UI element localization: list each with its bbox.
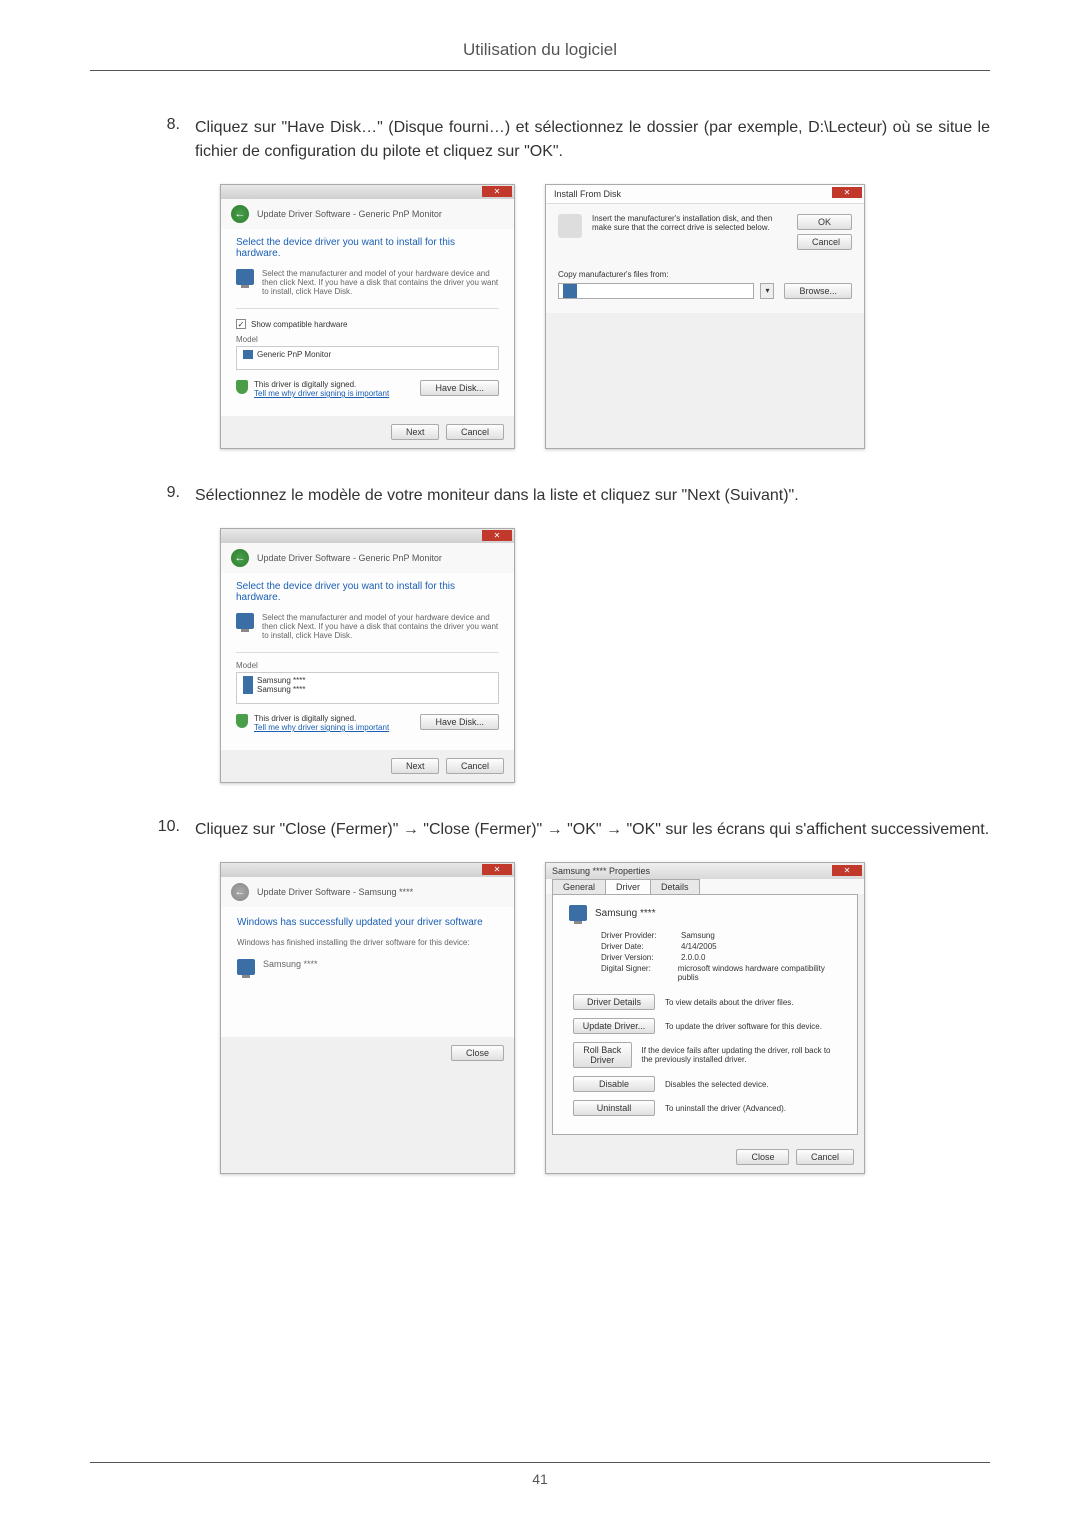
version-value: 2.0.0.0: [681, 953, 705, 962]
cancel-button[interactable]: Cancel: [446, 758, 504, 774]
monitor-icon: [237, 959, 255, 975]
cancel-button[interactable]: Cancel: [797, 234, 852, 250]
signed-text: This driver is digitally signed.: [254, 714, 389, 723]
copy-from-label: Copy manufacturer's files from:: [558, 270, 852, 279]
model-item: Generic PnP Monitor: [257, 350, 331, 359]
update-driver-desc: To update the driver software for this d…: [665, 1022, 822, 1031]
show-compatible-label: Show compatible hardware: [251, 320, 348, 329]
update-success-dialog: ✕ ← Update Driver Software - Samsung ***…: [220, 862, 515, 1174]
step-9-number: 9.: [90, 484, 195, 508]
step-9-text: Sélectionnez le modèle de votre moniteur…: [195, 484, 990, 508]
driver-details-desc: To view details about the driver files.: [665, 998, 794, 1007]
page-number: 41: [532, 1471, 548, 1487]
signer-label: Digital Signer:: [601, 964, 678, 982]
have-disk-button[interactable]: Have Disk...: [420, 380, 499, 396]
instruction-text: Select the manufacturer and model of you…: [262, 269, 499, 296]
next-button[interactable]: Next: [391, 758, 440, 774]
install-from-disk-dialog: Install From Disk ✕ Insert the manufactu…: [545, 184, 865, 449]
monitor-icon: [243, 685, 253, 694]
ok-button[interactable]: OK: [797, 214, 852, 230]
close-icon[interactable]: ✕: [482, 864, 512, 875]
select-driver-title: Select the device driver you want to ins…: [236, 237, 499, 259]
uninstall-desc: To uninstall the driver (Advanced).: [665, 1104, 786, 1113]
disk-icon: [558, 214, 582, 238]
rollback-desc: If the device fails after updating the d…: [642, 1046, 842, 1064]
model-label: Model: [236, 335, 499, 344]
signing-info-link[interactable]: Tell me why driver signing is important: [254, 389, 389, 398]
monitor-icon: [569, 905, 587, 921]
instruction-text: Select the manufacturer and model of you…: [262, 613, 499, 640]
select-driver-title: Select the device driver you want to ins…: [236, 581, 499, 603]
success-title: Windows has successfully updated your dr…: [237, 917, 498, 928]
monitor-icon: [236, 613, 254, 629]
provider-value: Samsung: [681, 931, 715, 940]
model-list[interactable]: Generic PnP Monitor: [236, 346, 499, 370]
tab-general[interactable]: General: [552, 879, 606, 894]
copy-path-input[interactable]: [558, 283, 754, 299]
provider-label: Driver Provider:: [601, 931, 681, 940]
back-arrow-icon[interactable]: ←: [231, 549, 249, 567]
driver-details-button[interactable]: Driver Details: [573, 994, 655, 1010]
install-instruction: Insert the manufacturer's installation d…: [592, 214, 783, 250]
step-10-number: 10.: [90, 818, 195, 842]
device-name: Samsung ****: [595, 908, 656, 919]
step-8-number: 8.: [90, 116, 195, 164]
rollback-button[interactable]: Roll Back Driver: [573, 1042, 632, 1068]
monitor-icon: [243, 350, 253, 359]
signing-info-link[interactable]: Tell me why driver signing is important: [254, 723, 389, 732]
page-header-title: Utilisation du logiciel: [90, 40, 990, 71]
device-name: Samsung ****: [263, 959, 318, 975]
shield-icon: [236, 380, 248, 394]
cancel-button[interactable]: Cancel: [796, 1149, 854, 1165]
signed-text: This driver is digitally signed.: [254, 380, 389, 389]
model-label: Model: [236, 661, 499, 670]
tab-details[interactable]: Details: [650, 879, 700, 894]
close-icon[interactable]: ✕: [832, 865, 862, 876]
dropdown-icon[interactable]: ▾: [760, 283, 774, 299]
date-label: Driver Date:: [601, 942, 681, 951]
update-driver-dialog-1: ✕ ← Update Driver Software - Generic PnP…: [220, 184, 515, 449]
tab-driver[interactable]: Driver: [605, 879, 651, 894]
model-list[interactable]: Samsung **** Samsung ****: [236, 672, 499, 704]
properties-dialog: Samsung **** Properties ✕ General Driver…: [545, 862, 865, 1174]
close-icon[interactable]: ✕: [832, 187, 862, 198]
monitor-icon: [243, 676, 253, 685]
close-button[interactable]: Close: [451, 1045, 504, 1061]
step-8-text: Cliquez sur "Have Disk…" (Disque fourni……: [195, 116, 990, 164]
nav-title: Update Driver Software - Generic PnP Mon…: [257, 553, 442, 563]
close-icon[interactable]: ✕: [482, 186, 512, 197]
back-arrow-icon[interactable]: ←: [231, 205, 249, 223]
update-driver-dialog-2: ✕ ← Update Driver Software - Generic PnP…: [220, 528, 515, 783]
properties-title: Samsung **** Properties: [552, 866, 650, 876]
nav-title: Update Driver Software - Samsung ****: [257, 887, 413, 897]
install-disk-title: Install From Disk: [554, 189, 621, 199]
success-subtext: Windows has finished installing the driv…: [237, 938, 498, 947]
next-button[interactable]: Next: [391, 424, 440, 440]
disable-button[interactable]: Disable: [573, 1076, 655, 1092]
shield-icon: [236, 714, 248, 728]
back-arrow-icon: ←: [231, 883, 249, 901]
nav-title: Update Driver Software - Generic PnP Mon…: [257, 209, 442, 219]
disable-desc: Disables the selected device.: [665, 1080, 769, 1089]
floppy-icon: [563, 284, 577, 298]
uninstall-button[interactable]: Uninstall: [573, 1100, 655, 1116]
show-compatible-checkbox[interactable]: ✓: [236, 319, 246, 329]
monitor-icon: [236, 269, 254, 285]
model-item: Samsung ****: [257, 676, 305, 685]
cancel-button[interactable]: Cancel: [446, 424, 504, 440]
close-icon[interactable]: ✕: [482, 530, 512, 541]
version-label: Driver Version:: [601, 953, 681, 962]
have-disk-button[interactable]: Have Disk...: [420, 714, 499, 730]
signer-value: microsoft windows hardware compatibility…: [678, 964, 841, 982]
close-button[interactable]: Close: [736, 1149, 789, 1165]
model-item: Samsung ****: [257, 685, 305, 694]
date-value: 4/14/2005: [681, 942, 717, 951]
update-driver-button[interactable]: Update Driver...: [573, 1018, 655, 1034]
step-10-text: Cliquez sur "Close (Fermer)" → "Close (F…: [195, 818, 990, 842]
browse-button[interactable]: Browse...: [784, 283, 852, 299]
